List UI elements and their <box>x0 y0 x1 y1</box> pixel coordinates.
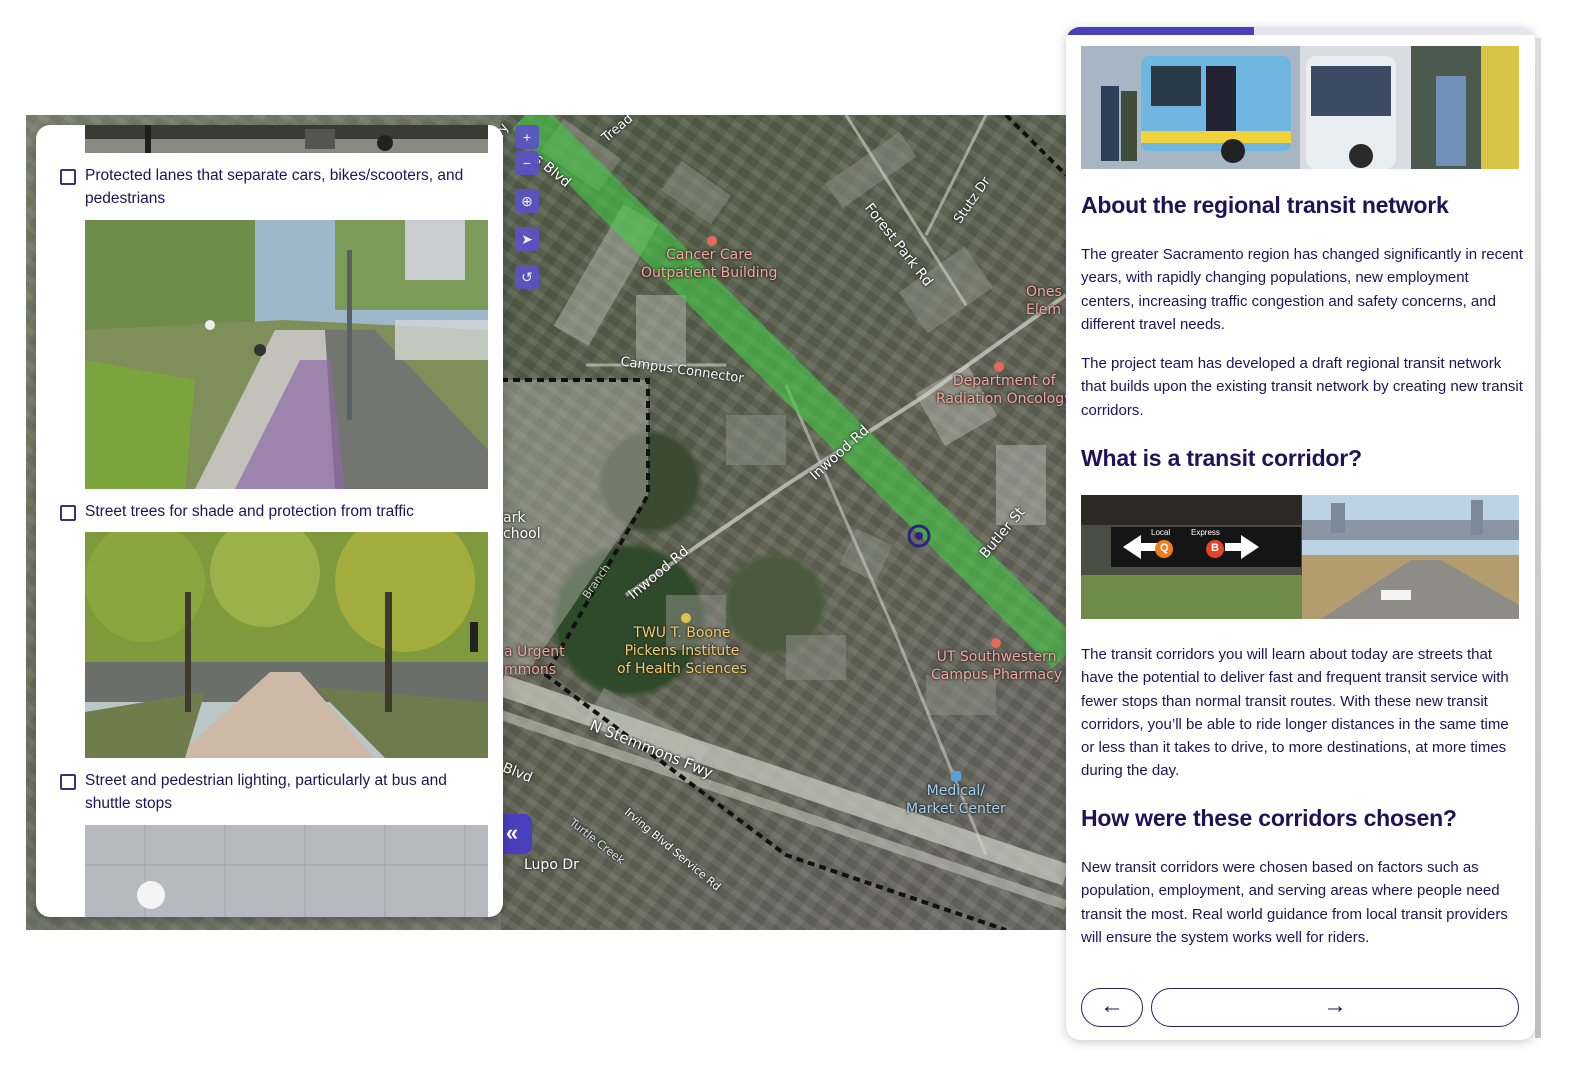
locate-icon[interactable]: ➤ <box>515 227 539 251</box>
map-label-lupo-dr: Lupo Dr <box>524 857 579 873</box>
sign-express-text: Express <box>1191 528 1220 537</box>
checklist-label: Street and pedestrian lighting, particul… <box>85 772 447 812</box>
street-trees-photo <box>85 532 488 758</box>
sign-local-text: Local <box>1151 528 1171 537</box>
story-panel: About the regional transit network The g… <box>1066 27 1535 1040</box>
map-label-medical-market: Medical/ Market Center <box>906 783 1006 817</box>
map-label-ut-southwestern: UT Southwestern Campus Pharmacy <box>931 649 1063 683</box>
checkbox[interactable] <box>60 169 76 185</box>
map-label-twu-boone: TWU T. Boone Pickens Institute of Health… <box>617 625 747 677</box>
corridor-photo: Local Express Q B <box>1081 495 1519 619</box>
map-label-ones-elem: Ones Elem <box>1026 284 1062 318</box>
sign-b-text: B <box>1211 542 1219 554</box>
checklist-item[interactable]: Protected lanes that separate cars, bike… <box>60 164 480 210</box>
protected-lanes-photo <box>85 220 488 489</box>
reset-icon[interactable]: ↺ <box>515 265 539 289</box>
map-label-dept-radiation: Department of Radiation Oncology <box>936 373 1066 407</box>
previous-button[interactable]: ← <box>1081 988 1143 1027</box>
paragraph-about-1: The greater Sacramento region has change… <box>1081 246 1523 333</box>
street-lighting-photo <box>85 825 488 917</box>
next-button[interactable]: → <box>1151 988 1519 1027</box>
sign-q-text: Q <box>1160 542 1169 554</box>
map-label-park-school: ark chool <box>503 510 541 542</box>
paragraph-about-2: The project team has developed a draft r… <box>1081 355 1523 419</box>
zoom-in-button[interactable]: + <box>515 125 539 149</box>
street-photo-top <box>85 125 488 153</box>
zoom-search-icon[interactable]: ⊕ <box>515 189 539 213</box>
progress-bar <box>1066 27 1535 35</box>
left-panel: Protected lanes that separate cars, bike… <box>36 125 503 917</box>
map-controls: + − ⊕ ➤ ↺ <box>515 125 541 291</box>
paragraph-how-chosen: New transit corridors were chosen based … <box>1081 859 1508 946</box>
background-edge <box>1535 38 1541 1038</box>
heading-how-chosen: How were these corridors chosen? <box>1081 805 1457 831</box>
heading-what-is: What is a transit corridor? <box>1081 445 1362 471</box>
bus-photo <box>1081 46 1519 169</box>
zoom-out-button[interactable]: − <box>515 151 539 175</box>
checkbox[interactable] <box>60 774 76 790</box>
checkbox[interactable] <box>60 505 76 521</box>
heading-about: About the regional transit network <box>1081 192 1449 218</box>
map-label-cancer-care: Cancer Care Outpatient Building <box>641 247 778 281</box>
checklist-item[interactable]: Street and pedestrian lighting, particul… <box>60 769 480 815</box>
checklist-item[interactable]: Street trees for shade and protection fr… <box>60 500 480 523</box>
map-label-urgent: a Urgent mmons <box>504 644 565 678</box>
checklist-label: Street trees for shade and protection fr… <box>85 503 414 520</box>
checklist-label: Protected lanes that separate cars, bike… <box>85 167 464 207</box>
arrow-left-icon: ← <box>1100 992 1124 1019</box>
arrow-right-icon: → <box>1323 992 1347 1019</box>
progress-fill <box>1066 27 1254 35</box>
paragraph-what-is: The transit corridors you will learn abo… <box>1081 646 1509 780</box>
